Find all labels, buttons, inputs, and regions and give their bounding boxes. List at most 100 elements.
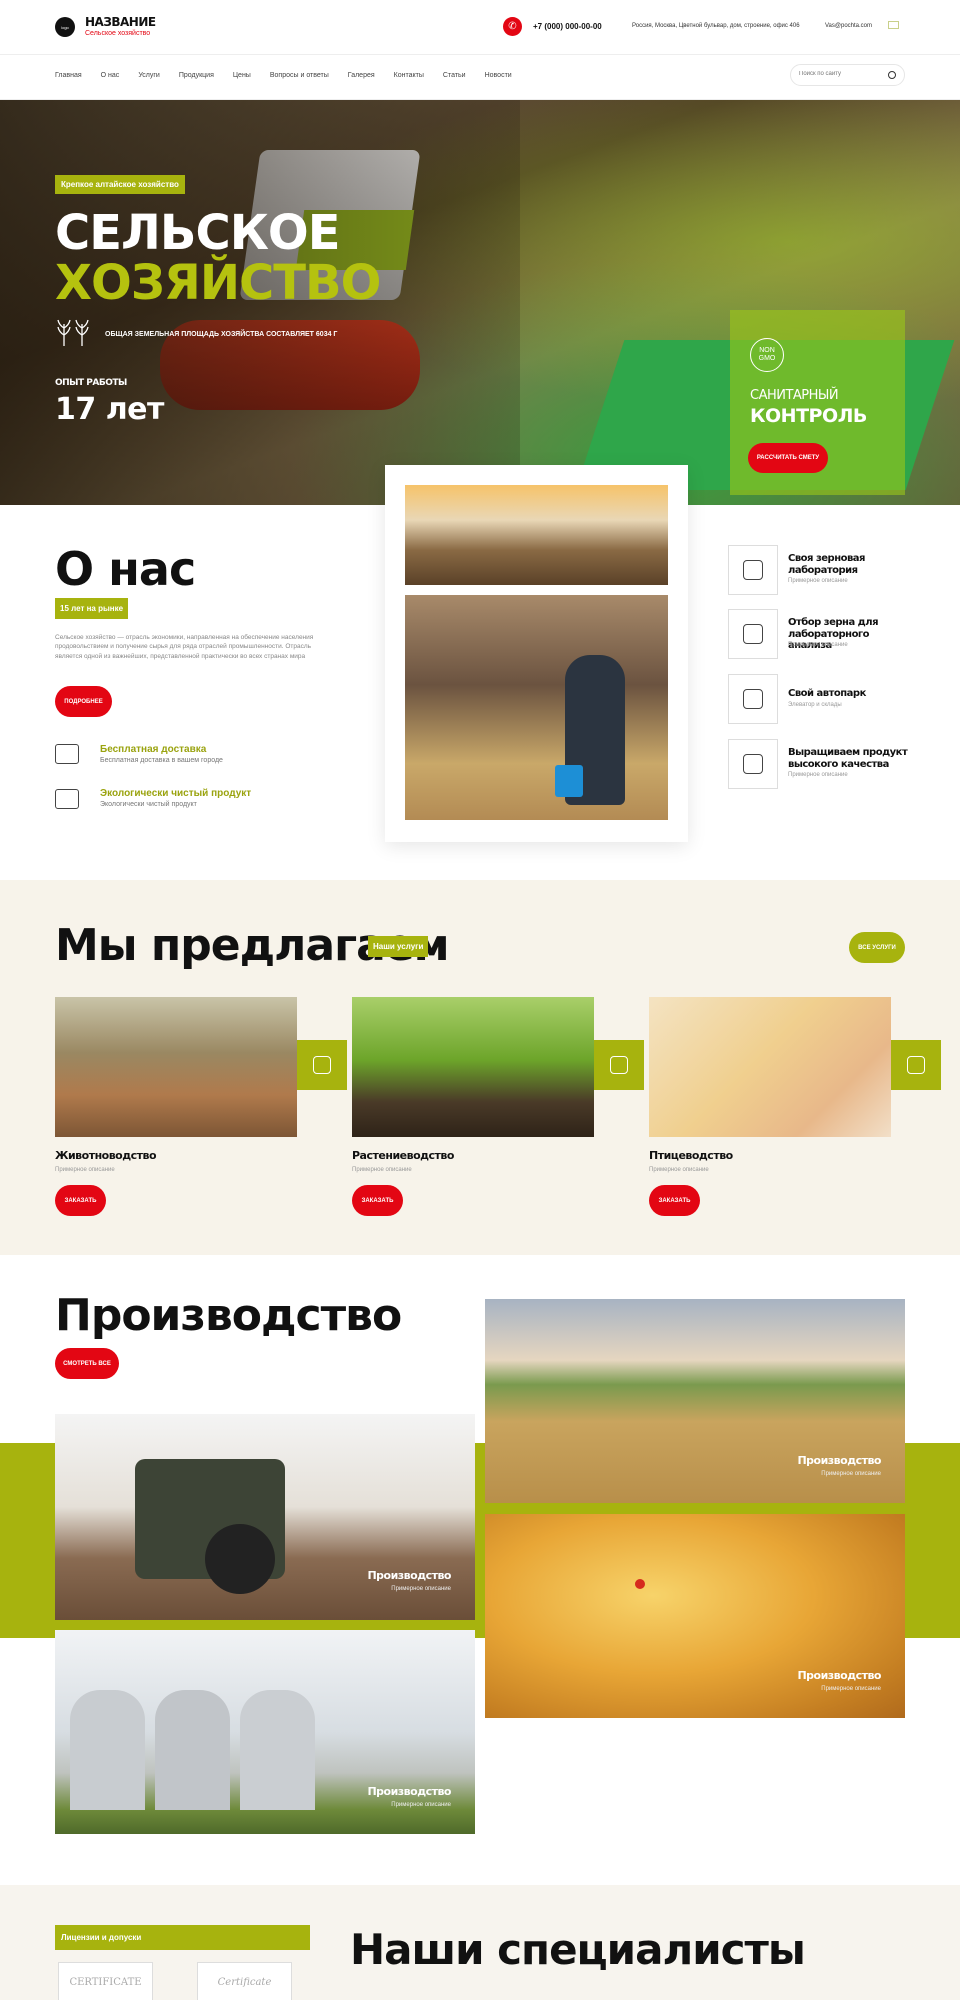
about-description: Сельское хозяйство — отрасль экономики, … [55,634,314,660]
lab-icon [728,545,778,595]
feature-title: Бесплатная доставка [100,744,207,755]
more-button[interactable]: ПОДРОБНЕЕ [55,686,112,717]
farmer-cows-photo [405,595,668,820]
nav-item-articles[interactable]: Статьи [443,72,466,79]
hero-title-line1: СЕЛЬСКОЕ [55,205,341,261]
years-badge: 15 лет на рынке [55,598,129,619]
sanitary-control-panel: NON GMO САНИТАРНЫЙ КОНТРОЛЬ РАССЧИТАТЬ С… [730,310,905,495]
bottom-section: Лицензии и допуски CERTIFICATE Certifica… [0,1885,960,2000]
tile-subtitle: Примерное описание [821,1471,881,1477]
service-title: Выращиваем продукт высокого качества [788,747,908,770]
brand-subtitle: Сельское хозяйство [85,30,151,37]
nav-item-home[interactable]: Главная [55,72,82,79]
certificate-thumbnail[interactable]: CERTIFICATE [58,1962,153,2000]
card-subtitle: Примерное описание [55,1167,115,1173]
nav-item-contacts[interactable]: Контакты [394,72,424,79]
card-subtitle: Примерное описание [649,1167,709,1173]
cow-icon [297,1040,347,1090]
service-subtitle: Примерное описание [788,772,848,778]
production-tile-wheat-field[interactable]: Производство Примерное описание [485,1299,905,1503]
phone-number[interactable]: +7 (000) 000-00-00 [533,22,602,31]
production-tile-wheat-closeup[interactable]: Производство Примерное описание [485,1514,905,1718]
harvest-field-photo [405,485,668,585]
production-title: Производство [55,1290,402,1341]
fleet-icon [728,674,778,724]
hero-tag: Крепкое алтайское хозяйство [55,175,185,194]
hero-title-line2: ХОЗЯЙСТВО [55,255,381,311]
order-button[interactable]: ЗАКАЗАТЬ [352,1185,403,1216]
service-item[interactable]: Свой автопарк Элеватор и склады [728,674,913,724]
experience-value: 17 лет [55,392,164,427]
services-badge: Наши услуги [368,936,429,957]
offer-section: Мы предлагаем Наши услуги ВСЕ УСЛУГИ Жив… [0,880,960,1255]
experience-label: ОПЫТ РАБОТЫ [55,378,127,388]
about-title: О нас [55,542,196,596]
nav-item-news[interactable]: Новости [485,72,512,79]
phone-icon[interactable]: ✆ [503,17,522,36]
service-item[interactable]: Своя зерновая лаборатория Примерное опис… [728,545,913,595]
eco-hand-icon [55,789,79,809]
card-title: Птицеводство [649,1149,733,1162]
feature-subtitle: Бесплатная доставка в вашем городе [100,757,223,764]
licenses-badge: Лицензии и допуски [55,1925,310,1950]
cow-photo[interactable] [55,997,347,1137]
card-title: Растениеводство [352,1149,454,1162]
view-all-button[interactable]: СМОТРЕТЬ ВСЕ [55,1348,119,1379]
nav-item-services[interactable]: Услуги [138,72,160,79]
service-title: Свой автопарк [788,688,866,699]
nav-item-gallery[interactable]: Галерея [348,72,375,79]
tile-title: Производство [367,1785,451,1798]
nav-item-prices[interactable]: Цены [233,72,251,79]
calculate-estimate-button[interactable]: РАССЧИТАТЬ СМЕТУ [748,443,828,473]
land-area-text: ОБЩАЯ ЗЕМЕЛЬНАЯ ПЛОЩАДЬ ХОЗЯЙСТВА СОСТАВ… [105,331,338,338]
grain-selection-icon [728,609,778,659]
address: Россия, Москва, Цветной бульвар, дом, ст… [632,23,800,29]
order-button[interactable]: ЗАКАЗАТЬ [55,1185,106,1216]
tile-subtitle: Примерное описание [391,1802,451,1808]
mail-icon[interactable] [888,21,899,29]
tile-subtitle: Примерное описание [391,1586,451,1592]
tile-title: Производство [797,1454,881,1467]
nav-item-about[interactable]: О нас [101,72,120,79]
main-nav: Главная О нас Услуги Продукция Цены Вопр… [0,55,960,100]
search-icon[interactable] [888,71,896,79]
certificate-thumbnail[interactable]: Certificate [197,1962,292,2000]
chick-photo[interactable] [649,997,941,1137]
production-tile-tractor[interactable]: Производство Примерное описание [55,1414,475,1620]
tile-title: Производство [797,1669,881,1682]
production-tile-silos[interactable]: Производство Примерное описание [55,1630,475,1834]
service-item[interactable]: Отбор зерна для лабораторного анализа Пр… [728,609,913,659]
service-title: Своя зерновая лаборатория [788,553,865,576]
delivery-truck-icon [55,744,79,764]
all-services-button[interactable]: ВСЕ УСЛУГИ [849,932,905,963]
nav-menu: Главная О нас Услуги Продукция Цены Вопр… [55,72,531,79]
brand-name[interactable]: НАЗВАНИЕ [85,15,156,29]
nav-item-products[interactable]: Продукция [179,72,214,79]
specialists-title: Наши специалисты [350,1925,806,1974]
search-box [790,64,905,86]
nav-item-faq[interactable]: Вопросы и ответы [270,72,329,79]
logo[interactable]: logo [55,17,75,37]
feature-title: Экологически чистый продукт [100,788,252,799]
service-card-crops: Растениеводство Примерное описание ЗАКАЗ… [352,997,644,1216]
service-subtitle: Примерное описание [788,642,848,648]
quality-wheat-icon [728,739,778,789]
sanitary-title-2: КОНТРОЛЬ [750,405,867,427]
ladybug-icon [635,1579,645,1589]
service-subtitle: Примерное описание [788,578,848,584]
order-button[interactable]: ЗАКАЗАТЬ [649,1185,700,1216]
tile-subtitle: Примерное описание [821,1686,881,1692]
about-photo-card [385,465,688,842]
wheat-icon [55,318,91,348]
wheat-icon [594,1040,644,1090]
sprout-photo[interactable] [352,997,644,1137]
chick-icon [891,1040,941,1090]
card-title: Животноводство [55,1149,157,1162]
non-gmo-icon: NON GMO [750,338,784,372]
feature-subtitle: Экологически чистый продукт [100,801,197,808]
search-input[interactable] [799,71,879,77]
service-card-poultry: Птицеводство Примерное описание ЗАКАЗАТЬ [649,997,941,1216]
email-link[interactable]: Vas@pochta.com [825,23,872,29]
tile-title: Производство [367,1569,451,1582]
service-item[interactable]: Выращиваем продукт высокого качества При… [728,739,913,789]
